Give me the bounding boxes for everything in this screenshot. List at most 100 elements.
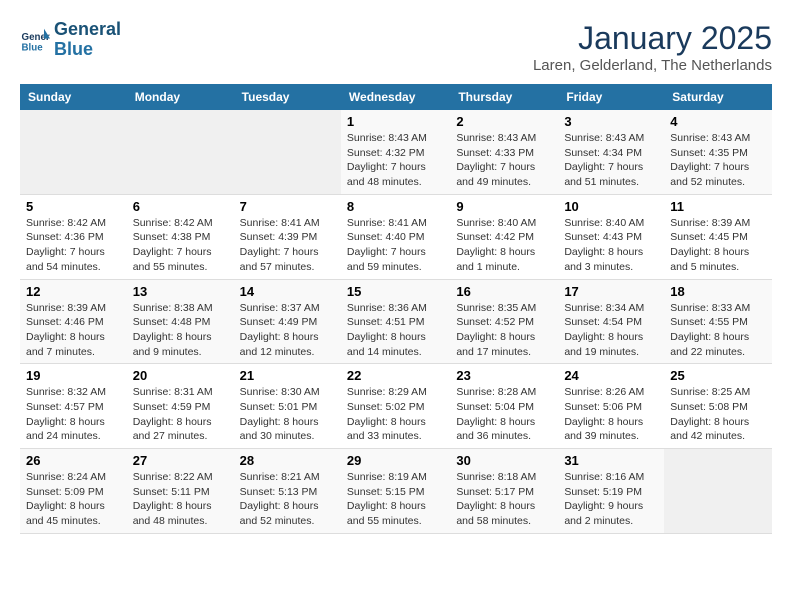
day-number: 28 xyxy=(240,453,335,468)
day-details: Sunrise: 8:39 AM Sunset: 4:45 PM Dayligh… xyxy=(670,216,766,275)
day-number: 13 xyxy=(133,284,228,299)
day-details: Sunrise: 8:43 AM Sunset: 4:32 PM Dayligh… xyxy=(347,131,444,190)
calendar-cell: 21Sunrise: 8:30 AM Sunset: 5:01 PM Dayli… xyxy=(234,364,341,449)
calendar-cell: 20Sunrise: 8:31 AM Sunset: 4:59 PM Dayli… xyxy=(127,364,234,449)
calendar-cell: 1Sunrise: 8:43 AM Sunset: 4:32 PM Daylig… xyxy=(341,110,450,194)
calendar-cell: 14 Sunrise: 8:37 AM Sunset: 4:49 PM Dayli… xyxy=(234,279,341,364)
week-row-3: 19Sunrise: 8:32 AM Sunset: 4:57 PM Dayli… xyxy=(20,364,772,449)
day-details: Sunrise: 8:21 AM Sunset: 5:13 PM Dayligh… xyxy=(240,470,335,529)
header-row: SundayMondayTuesdayWednesdayThursdayFrid… xyxy=(20,84,772,110)
day-details: Sunrise: 8:33 AM Sunset: 4:55 PM Dayligh… xyxy=(670,301,766,360)
calendar-cell: 24Sunrise: 8:26 AM Sunset: 5:06 PM Dayli… xyxy=(558,364,664,449)
day-details: Sunrise: 8:16 AM Sunset: 5:19 PM Dayligh… xyxy=(564,470,658,529)
day-number: 5 xyxy=(26,199,121,214)
title-block: January 2025 Laren, Gelderland, The Neth… xyxy=(533,20,772,74)
calendar-cell: 28 Sunrise: 8:21 AM Sunset: 5:13 PM Dayli… xyxy=(234,449,341,534)
day-details: Sunrise: 8:42 AM Sunset: 4:36 PM Dayligh… xyxy=(26,216,121,275)
logo-text: GeneralBlue xyxy=(54,20,121,60)
calendar-cell: 26 Sunrise: 8:24 AM Sunset: 5:09 PM Dayli… xyxy=(20,449,127,534)
day-number: 18 xyxy=(670,284,766,299)
day-details: Sunrise: 8:25 AM Sunset: 5:08 PM Dayligh… xyxy=(670,385,766,444)
calendar-cell: 5 Sunrise: 8:42 AM Sunset: 4:36 PM Daylig… xyxy=(20,194,127,279)
day-number: 7 xyxy=(240,199,335,214)
day-details: Sunrise: 8:37 AM Sunset: 4:49 PM Dayligh… xyxy=(240,301,335,360)
header-sunday: Sunday xyxy=(20,84,127,110)
day-details: Sunrise: 8:24 AM Sunset: 5:09 PM Dayligh… xyxy=(26,470,121,529)
day-number: 31 xyxy=(564,453,658,468)
calendar-cell: 22 Sunrise: 8:29 AM Sunset: 5:02 PM Dayli… xyxy=(341,364,450,449)
day-details: Sunrise: 8:41 AM Sunset: 4:40 PM Dayligh… xyxy=(347,216,444,275)
week-row-0: 1Sunrise: 8:43 AM Sunset: 4:32 PM Daylig… xyxy=(20,110,772,194)
day-number: 12 xyxy=(26,284,121,299)
header-wednesday: Wednesday xyxy=(341,84,450,110)
day-details: Sunrise: 8:22 AM Sunset: 5:11 PM Dayligh… xyxy=(133,470,228,529)
calendar-cell xyxy=(234,110,341,194)
day-details: Sunrise: 8:40 AM Sunset: 4:43 PM Dayligh… xyxy=(564,216,658,275)
day-number: 30 xyxy=(456,453,552,468)
day-details: Sunrise: 8:34 AM Sunset: 4:54 PM Dayligh… xyxy=(564,301,658,360)
page-header: General Blue GeneralBlue January 2025 La… xyxy=(20,20,772,74)
day-details: Sunrise: 8:31 AM Sunset: 4:59 PM Dayligh… xyxy=(133,385,228,444)
day-number: 2 xyxy=(456,114,552,129)
header-thursday: Thursday xyxy=(450,84,558,110)
day-details: Sunrise: 8:43 AM Sunset: 4:34 PM Dayligh… xyxy=(564,131,658,190)
calendar-cell: 25 Sunrise: 8:25 AM Sunset: 5:08 PM Dayli… xyxy=(664,364,772,449)
day-number: 25 xyxy=(670,368,766,383)
day-number: 6 xyxy=(133,199,228,214)
calendar-cell: 12 Sunrise: 8:39 AM Sunset: 4:46 PM Dayli… xyxy=(20,279,127,364)
day-number: 16 xyxy=(456,284,552,299)
calendar-cell xyxy=(664,449,772,534)
calendar-cell: 7 Sunrise: 8:41 AM Sunset: 4:39 PM Daylig… xyxy=(234,194,341,279)
calendar-cell: 2 Sunrise: 8:43 AM Sunset: 4:33 PM Daylig… xyxy=(450,110,558,194)
logo-icon: General Blue xyxy=(20,25,50,55)
calendar-cell: 8 Sunrise: 8:41 AM Sunset: 4:40 PM Daylig… xyxy=(341,194,450,279)
day-details: Sunrise: 8:43 AM Sunset: 4:35 PM Dayligh… xyxy=(670,131,766,190)
calendar-cell: 6Sunrise: 8:42 AM Sunset: 4:38 PM Daylig… xyxy=(127,194,234,279)
day-number: 29 xyxy=(347,453,444,468)
day-number: 4 xyxy=(670,114,766,129)
calendar-cell: 16 Sunrise: 8:35 AM Sunset: 4:52 PM Dayli… xyxy=(450,279,558,364)
day-number: 14 xyxy=(240,284,335,299)
day-details: Sunrise: 8:18 AM Sunset: 5:17 PM Dayligh… xyxy=(456,470,552,529)
header-monday: Monday xyxy=(127,84,234,110)
day-number: 23 xyxy=(456,368,552,383)
calendar-cell: 27Sunrise: 8:22 AM Sunset: 5:11 PM Dayli… xyxy=(127,449,234,534)
day-details: Sunrise: 8:35 AM Sunset: 4:52 PM Dayligh… xyxy=(456,301,552,360)
calendar-cell: 31 Sunrise: 8:16 AM Sunset: 5:19 PM Dayli… xyxy=(558,449,664,534)
day-details: Sunrise: 8:41 AM Sunset: 4:39 PM Dayligh… xyxy=(240,216,335,275)
calendar-cell: 15Sunrise: 8:36 AM Sunset: 4:51 PM Dayli… xyxy=(341,279,450,364)
day-details: Sunrise: 8:43 AM Sunset: 4:33 PM Dayligh… xyxy=(456,131,552,190)
header-tuesday: Tuesday xyxy=(234,84,341,110)
day-number: 26 xyxy=(26,453,121,468)
location-title: Laren, Gelderland, The Netherlands xyxy=(533,57,772,74)
day-details: Sunrise: 8:19 AM Sunset: 5:15 PM Dayligh… xyxy=(347,470,444,529)
day-details: Sunrise: 8:28 AM Sunset: 5:04 PM Dayligh… xyxy=(456,385,552,444)
day-number: 17 xyxy=(564,284,658,299)
day-details: Sunrise: 8:29 AM Sunset: 5:02 PM Dayligh… xyxy=(347,385,444,444)
day-number: 8 xyxy=(347,199,444,214)
day-details: Sunrise: 8:39 AM Sunset: 4:46 PM Dayligh… xyxy=(26,301,121,360)
day-number: 10 xyxy=(564,199,658,214)
day-details: Sunrise: 8:40 AM Sunset: 4:42 PM Dayligh… xyxy=(456,216,552,275)
week-row-1: 5 Sunrise: 8:42 AM Sunset: 4:36 PM Daylig… xyxy=(20,194,772,279)
calendar-cell: 18 Sunrise: 8:33 AM Sunset: 4:55 PM Dayli… xyxy=(664,279,772,364)
day-number: 3 xyxy=(564,114,658,129)
calendar-cell: 30 Sunrise: 8:18 AM Sunset: 5:17 PM Dayli… xyxy=(450,449,558,534)
calendar-cell xyxy=(20,110,127,194)
header-saturday: Saturday xyxy=(664,84,772,110)
calendar-cell: 23 Sunrise: 8:28 AM Sunset: 5:04 PM Dayli… xyxy=(450,364,558,449)
calendar-cell: 17 Sunrise: 8:34 AM Sunset: 4:54 PM Dayli… xyxy=(558,279,664,364)
calendar-cell xyxy=(127,110,234,194)
calendar-cell: 10 Sunrise: 8:40 AM Sunset: 4:43 PM Dayli… xyxy=(558,194,664,279)
calendar-cell: 9Sunrise: 8:40 AM Sunset: 4:42 PM Daylig… xyxy=(450,194,558,279)
calendar-table: SundayMondayTuesdayWednesdayThursdayFrid… xyxy=(20,84,772,534)
calendar-cell: 29 Sunrise: 8:19 AM Sunset: 5:15 PM Dayli… xyxy=(341,449,450,534)
header-friday: Friday xyxy=(558,84,664,110)
calendar-cell: 11Sunrise: 8:39 AM Sunset: 4:45 PM Dayli… xyxy=(664,194,772,279)
day-number: 19 xyxy=(26,368,121,383)
logo: General Blue GeneralBlue xyxy=(20,20,121,60)
day-number: 21 xyxy=(240,368,335,383)
day-details: Sunrise: 8:36 AM Sunset: 4:51 PM Dayligh… xyxy=(347,301,444,360)
svg-text:Blue: Blue xyxy=(22,42,44,53)
day-number: 22 xyxy=(347,368,444,383)
